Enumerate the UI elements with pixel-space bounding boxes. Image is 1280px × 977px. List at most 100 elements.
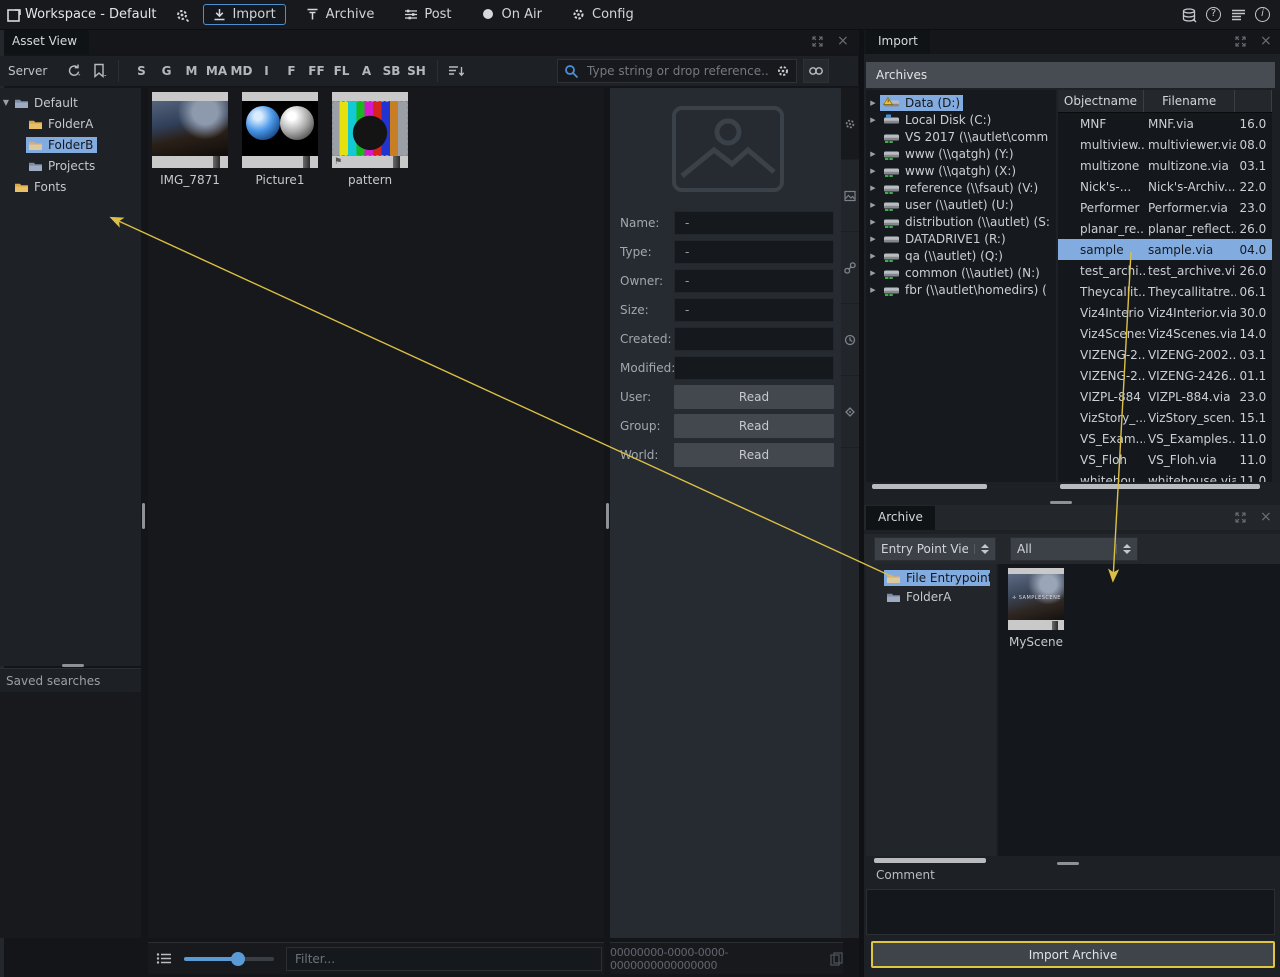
maximize-icon[interactable]	[1235, 512, 1246, 523]
prop-created-field[interactable]	[674, 327, 834, 351]
drive-item[interactable]: ▶www (\\qatgh) (Y:)	[866, 145, 1056, 162]
splitter-handle[interactable]	[1050, 501, 1072, 504]
splitter-handle[interactable]	[1057, 862, 1079, 865]
prop-user-permission-button[interactable]: Read	[674, 385, 834, 409]
table-row-test-archi-[interactable]: test_archi...test_archive.via26.0	[1058, 260, 1272, 281]
tree-caret-icon[interactable]: ▶	[866, 235, 880, 243]
close-icon[interactable]: ×	[837, 35, 849, 47]
tab-asset-view[interactable]: Asset View	[0, 30, 89, 54]
prop-group-permission-button[interactable]: Read	[674, 414, 834, 438]
nav-import-button[interactable]: Import	[203, 4, 286, 25]
tree-caret-icon[interactable]: ▶	[866, 218, 880, 226]
archive-tree-item-file-entrypoint[interactable]: File Entrypoint	[866, 568, 996, 587]
close-icon[interactable]: ×	[1260, 511, 1272, 523]
table-row-vs-floh[interactable]: VS_FlohVS_Floh.via11.0	[1058, 449, 1272, 470]
type-filter-s[interactable]: S	[129, 64, 154, 78]
archive-tree-hscrollbar[interactable]	[874, 858, 986, 863]
sort-icon[interactable]	[448, 64, 465, 78]
side-tab-links-icon[interactable]	[841, 232, 859, 304]
log-icon[interactable]	[1231, 8, 1245, 22]
table-row-whitehou-[interactable]: whitehou...whitehouse.via11.0	[1058, 470, 1272, 482]
side-tab-gear-icon[interactable]	[841, 88, 859, 160]
saved-searches-panel[interactable]	[0, 692, 141, 938]
maximize-icon[interactable]	[1235, 36, 1246, 47]
detail-search-icon[interactable]	[803, 59, 829, 83]
tab-archive[interactable]: Archive	[866, 506, 935, 530]
drive-item[interactable]: ▶fbr (\\autlet\homedirs) (	[866, 281, 1056, 298]
side-tab-keywords-icon[interactable]	[841, 376, 859, 448]
table-row-planar-re-[interactable]: planar_re...planar_reflect...26.0	[1058, 218, 1272, 239]
type-filter-ma[interactable]: MA	[204, 64, 229, 78]
workspace-label[interactable]: Workspace - Default	[25, 7, 157, 22]
tree-caret-icon[interactable]: ▶	[866, 150, 880, 158]
column-header-filename[interactable]: Filename	[1144, 90, 1235, 112]
asset-thumbnail-pattern[interactable]: ⚑pattern	[332, 92, 408, 187]
table-hscrollbar[interactable]	[1060, 484, 1260, 489]
table-row-performer[interactable]: PerformerPerformer.via23.0	[1058, 197, 1272, 218]
drive-item[interactable]: ▶Local Disk (C:)	[866, 111, 1056, 128]
server-bookmark-icon[interactable]	[92, 63, 108, 79]
tree-caret-icon[interactable]: ▶	[866, 201, 880, 209]
type-filter-a[interactable]: A	[354, 64, 379, 78]
tree-caret-icon[interactable]: ▶	[866, 269, 880, 277]
search-settings-gear-icon[interactable]	[776, 64, 790, 78]
tree-caret-icon[interactable]: ▶	[866, 184, 880, 192]
table-row-viz4scenes[interactable]: Viz4ScenesViz4Scenes.via14.0	[1058, 323, 1272, 344]
database-icon[interactable]	[1182, 8, 1196, 22]
table-row-nick-s-[interactable]: Nick's-...Nick's-Archiv...22.0	[1058, 176, 1272, 197]
table-row-vizeng-2-[interactable]: VIZENG-2...VIZENG-2426...01.1	[1058, 365, 1272, 386]
drive-item[interactable]: ▶reference (\\fsaut) (V:)	[866, 179, 1056, 196]
drive-item[interactable]: ▶qa (\\autlet) (Q:)	[866, 247, 1056, 264]
tree-caret-icon[interactable]: ▶	[866, 99, 880, 107]
table-row-viz4interior[interactable]: Viz4InteriorViz4Interior.via30.0	[1058, 302, 1272, 323]
tree-item-folderb[interactable]: FolderB	[0, 134, 141, 155]
asset-thumbnail-img_7871[interactable]: IMG_7871	[152, 92, 228, 187]
splitter-handle[interactable]	[62, 664, 84, 667]
comment-input[interactable]	[866, 889, 1275, 935]
splitter-handle[interactable]	[606, 503, 609, 529]
server-refresh-icon[interactable]	[66, 63, 82, 79]
type-filter-m[interactable]: M	[179, 64, 204, 78]
table-row-vizeng-2-[interactable]: VIZENG-2...VIZENG-2002...03.1	[1058, 344, 1272, 365]
list-view-icon[interactable]	[156, 952, 172, 965]
type-filter-ff[interactable]: FF	[304, 64, 329, 78]
copy-icon[interactable]	[830, 952, 843, 966]
column-header-objectname[interactable]: Objectname	[1058, 90, 1144, 112]
table-row-vizstory-[interactable]: VizStory_...VizStory_scen...15.1	[1058, 407, 1272, 428]
type-filter-sh[interactable]: SH	[404, 64, 429, 78]
table-row-vs-exam-[interactable]: VS_Exam...VS_Examples....11.0	[1058, 428, 1272, 449]
tree-item-fonts[interactable]: Fonts	[0, 176, 141, 197]
tree-caret-icon[interactable]: ▶	[866, 252, 880, 260]
drive-item[interactable]: VS 2017 (\\autlet\comm	[866, 128, 1056, 145]
drive-item[interactable]: ▶www (\\qatgh) (X:)	[866, 162, 1056, 179]
tree-caret-icon[interactable]: ▼	[0, 98, 12, 107]
search-input[interactable]	[585, 63, 770, 79]
drive-item[interactable]: ▶distribution (\\autlet) (S:	[866, 213, 1056, 230]
tree-caret-icon[interactable]: ▶	[866, 286, 880, 294]
table-vscrollbar[interactable]	[1272, 90, 1280, 482]
tab-import[interactable]: Import	[866, 30, 930, 54]
prop-world-permission-button[interactable]: Read	[674, 443, 834, 467]
tree-item-default[interactable]: ▼Default	[0, 92, 141, 113]
type-filter-i[interactable]: I	[254, 64, 279, 78]
drive-item[interactable]: ▶common (\\autlet) (N:)	[866, 264, 1056, 281]
side-tab-image-icon[interactable]	[841, 160, 859, 232]
column-header-date[interactable]	[1235, 90, 1272, 112]
archive-tree-item-foldera[interactable]: FolderA	[866, 587, 996, 606]
table-row-mnf[interactable]: MNFMNF.via16.0	[1058, 113, 1272, 134]
prop-size-field[interactable]: -	[674, 298, 834, 322]
tree-item-projects[interactable]: Projects	[0, 155, 141, 176]
table-row-multizone[interactable]: multizonemultizone.via03.1	[1058, 155, 1272, 176]
nav-archive-button[interactable]: Archive	[296, 4, 385, 25]
tree-item-foldera[interactable]: FolderA	[0, 113, 141, 134]
type-filter-dropdown[interactable]: All	[1010, 537, 1138, 561]
nav-post-button[interactable]: Post	[394, 4, 461, 25]
close-icon[interactable]: ×	[1260, 35, 1272, 47]
entry-point-view-dropdown[interactable]: Entry Point View	[874, 537, 996, 561]
table-row-theycallit-[interactable]: Theycallit...Theycallitatre...06.1	[1058, 281, 1272, 302]
asset-thumbnail-picture1[interactable]: Picture1	[242, 92, 318, 187]
type-filter-g[interactable]: G	[154, 64, 179, 78]
help-icon[interactable]: ?	[1206, 7, 1221, 22]
type-filter-sb[interactable]: SB	[379, 64, 404, 78]
tree-caret-icon[interactable]: ▶	[866, 167, 880, 175]
